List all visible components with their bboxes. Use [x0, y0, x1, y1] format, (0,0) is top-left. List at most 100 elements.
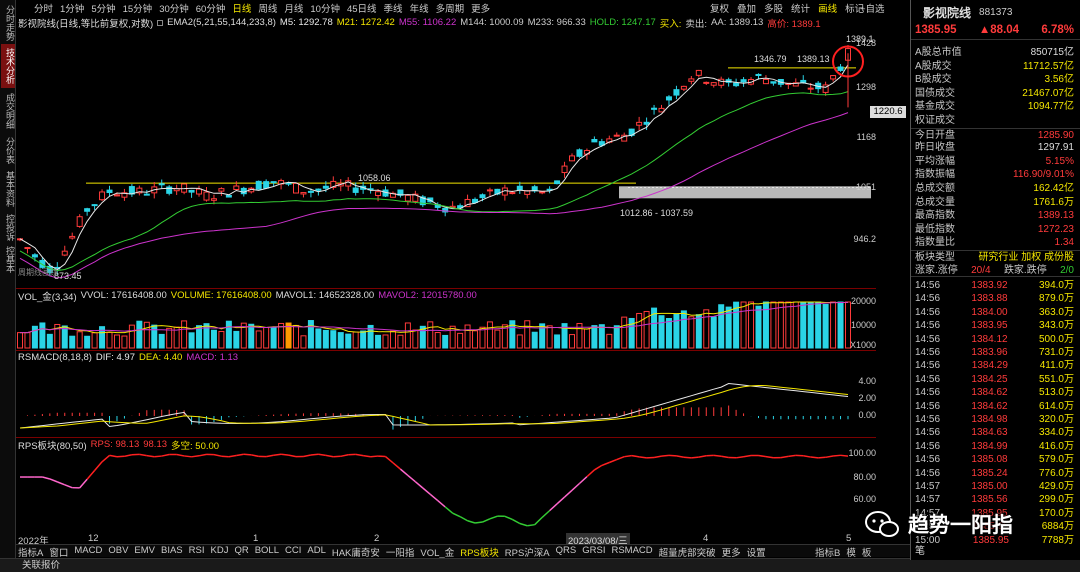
tab-intraday[interactable]: 分时走势 — [1, 4, 15, 42]
period-13[interactable]: 多周期 — [436, 1, 465, 15]
indicator-tab-15[interactable]: RPS板块 — [460, 545, 499, 559]
period-14[interactable]: 更多 — [471, 1, 490, 15]
tick-price: 1384.29 — [971, 360, 1008, 372]
volume-bar — [695, 314, 702, 349]
indicator-tab-3[interactable]: OBV — [108, 545, 128, 557]
indicator-tab-1[interactable]: 窗口 — [49, 545, 68, 559]
period-6[interactable]: 日线 — [232, 1, 251, 15]
volume-bar — [554, 334, 561, 349]
period-0[interactable]: 分时 — [34, 1, 53, 15]
sector-row: 板块类型 研究行业 加权 成份股 — [911, 249, 1080, 264]
tab-basic-info[interactable]: 基本资料 — [1, 168, 15, 210]
y-tick-946: 946.2 — [853, 234, 876, 244]
volume-bar — [628, 317, 635, 349]
period-3[interactable]: 15分钟 — [123, 1, 153, 15]
tab-price-table[interactable]: 分价表 — [1, 134, 15, 166]
indicator-tab-9[interactable]: BOLL — [255, 545, 279, 557]
indicator-tab-11[interactable]: ADL — [307, 545, 325, 557]
tick-volume: 6884万 — [1041, 521, 1074, 533]
volume-bar — [412, 329, 419, 349]
period-1[interactable]: 1分钟 — [60, 1, 84, 15]
indicator-tab-2[interactable]: MACD — [74, 545, 102, 557]
sector-links[interactable]: 研究行业 加权 成份股 — [978, 251, 1074, 264]
volume-bar — [352, 331, 359, 349]
indicator-tab-0[interactable]: 指标A — [18, 545, 43, 559]
period-8[interactable]: 月线 — [284, 1, 303, 15]
stat-value: 1.34 — [1054, 237, 1074, 249]
volume-bar — [434, 332, 441, 349]
volume-bar — [337, 332, 344, 349]
period-10[interactable]: 45日线 — [347, 1, 377, 15]
tick-time: 14:56 — [915, 360, 941, 372]
tool-4[interactable]: 画线 — [818, 1, 837, 15]
mode-tab[interactable]: 模 — [846, 545, 856, 559]
candle-body — [636, 121, 643, 126]
tick-list[interactable]: 14:56 1383.92 394.0万 14:56 1383.88 879.0万 14:5… — [911, 277, 1080, 547]
indicator-tab-21[interactable]: 更多 — [722, 545, 741, 559]
tool-0[interactable]: 复权 — [710, 1, 729, 15]
tab-technical[interactable]: 技术分析 — [1, 44, 15, 88]
candle-body — [106, 189, 113, 194]
period-5[interactable]: 60分钟 — [196, 1, 226, 15]
candle-body — [300, 192, 307, 195]
indicator-tab-12[interactable]: HAK庸奇安 — [332, 545, 380, 559]
tick-price: 1385.00 — [971, 480, 1008, 492]
volume-bar — [46, 333, 53, 349]
tab-complaint[interactable]: 控投诉 — [1, 212, 15, 242]
period-11[interactable]: 季线 — [384, 1, 403, 15]
tick-volume: 170.0万 — [1038, 507, 1074, 519]
candle-body — [695, 69, 702, 76]
indicator-tab-17[interactable]: QRS — [556, 545, 577, 557]
dif-line — [19, 382, 849, 429]
close-icon[interactable] — [157, 19, 164, 26]
add-self-select-button[interactable]: +自选 — [860, 1, 885, 15]
period-4[interactable]: 30分钟 — [159, 1, 189, 15]
tick-time: 14:56 — [915, 414, 941, 425]
indicator-tab-5[interactable]: BIAS — [161, 545, 183, 557]
footer-tab[interactable]: 笔 — [915, 542, 925, 557]
rps-line — [489, 515, 498, 520]
period-9[interactable]: 10分钟 — [310, 1, 340, 15]
candle-body — [509, 192, 516, 195]
tick-price: 1384.00 — [971, 306, 1008, 318]
stat-value: 162.42亿 — [1033, 182, 1074, 194]
indicator-b-tab[interactable]: 指标B — [815, 545, 840, 559]
tab-control-basic[interactable]: 控基本 — [1, 244, 15, 274]
indicator-tab-8[interactable]: QR — [234, 545, 248, 557]
indicator-tab-19[interactable]: RSMACD — [611, 545, 652, 557]
rps-line — [743, 454, 752, 458]
tick-volume: 513.0万 — [1038, 387, 1074, 399]
board-tab[interactable]: 板 — [862, 545, 872, 559]
stat-row: 平均涨幅 5.15% — [911, 155, 1080, 169]
candle-body — [196, 188, 203, 195]
indicator-tab-14[interactable]: VOL_金 — [420, 545, 454, 559]
tab-deal-detail[interactable]: 成交明细 — [1, 90, 15, 132]
indicator-tab-7[interactable]: KDJ — [211, 545, 229, 557]
indicator-tab-13[interactable]: 一阳指 — [386, 545, 415, 559]
tick-price: 1384.62 — [971, 400, 1008, 412]
tool-3[interactable]: 统计 — [791, 1, 810, 15]
volume-bar — [673, 313, 680, 349]
indicator-tab-4[interactable]: EMV — [134, 545, 155, 557]
rps-line — [243, 453, 252, 456]
tick-price: 1385.95 — [972, 534, 1009, 546]
candlestick-chart[interactable] — [16, 30, 878, 288]
indicator-tab-20[interactable]: 超量虎部突破 — [659, 545, 716, 559]
status-text[interactable]: 关联报价 — [0, 560, 60, 571]
stat-value: 1297.91 — [1037, 142, 1074, 154]
indicator-tab-18[interactable]: GRSI — [582, 545, 605, 557]
tool-1[interactable]: 叠加 — [737, 1, 756, 15]
rps-line — [593, 464, 603, 471]
indicator-tab-16[interactable]: RPS沪深A — [505, 545, 550, 559]
tool-2[interactable]: 多股 — [764, 1, 783, 15]
candle-body — [218, 188, 225, 192]
volume-bar — [710, 316, 717, 349]
volume-bar — [583, 328, 590, 349]
indicator-tab-10[interactable]: CCI — [285, 545, 301, 557]
indicator-tab-6[interactable]: RSI — [189, 545, 205, 557]
period-7[interactable]: 周线 — [258, 1, 277, 15]
bottom-right-tabs: 指标B 模 板 — [815, 545, 871, 559]
period-12[interactable]: 年线 — [410, 1, 429, 15]
indicator-tab-22[interactable]: 设置 — [747, 545, 766, 559]
period-2[interactable]: 5分钟 — [91, 1, 115, 15]
